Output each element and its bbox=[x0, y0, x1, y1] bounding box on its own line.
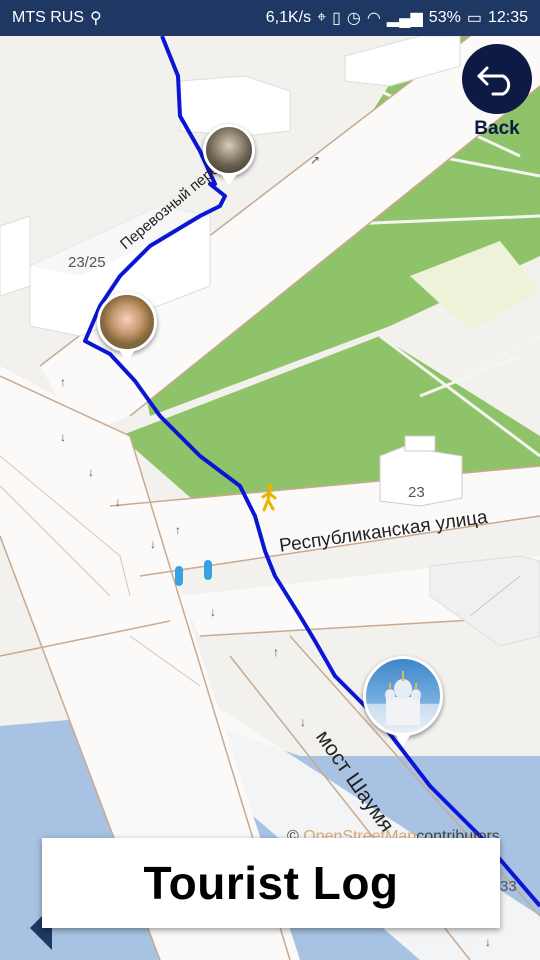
svg-text:↑: ↑ bbox=[175, 523, 181, 537]
svg-text:↓: ↓ bbox=[115, 495, 121, 509]
wifi-icon: ◠ bbox=[366, 10, 381, 27]
map-canvas: ↑↓↓ ↓↓↑ ↓↑↓ ↓↓↗ bbox=[0, 36, 540, 960]
network-speed: 6,1K/s bbox=[265, 9, 312, 26]
building-number: 23 bbox=[408, 484, 425, 501]
svg-text:↓: ↓ bbox=[300, 715, 306, 729]
svg-text:↓: ↓ bbox=[60, 430, 66, 444]
alarm-icon: ◷ bbox=[346, 10, 361, 27]
photo-marker-statue[interactable] bbox=[203, 124, 255, 186]
svg-text:↓: ↓ bbox=[88, 465, 94, 479]
svg-text:↑: ↑ bbox=[60, 375, 66, 389]
portrait-photo-icon bbox=[97, 292, 157, 352]
back-button[interactable]: Back bbox=[461, 44, 533, 144]
back-label: Back bbox=[474, 118, 520, 139]
photo-marker-portrait[interactable] bbox=[97, 292, 157, 362]
svg-text:↑: ↑ bbox=[273, 645, 279, 659]
svg-text:↗: ↗ bbox=[310, 153, 320, 167]
statue-photo-icon bbox=[203, 124, 255, 176]
status-bar: MTS RUS ⚲ 6,1K/s ⌖ ▯ ◷ ◠ ▂▄▆ 53% ▭ 12:35 bbox=[0, 0, 540, 36]
location-icon: ⌖ bbox=[317, 9, 327, 26]
usb-icon: ⚲ bbox=[90, 10, 102, 27]
svg-text:↓: ↓ bbox=[485, 935, 491, 949]
building-number: 33 bbox=[500, 878, 517, 895]
vibrate-icon: ▯ bbox=[332, 10, 341, 27]
battery-icon: ▭ bbox=[466, 10, 482, 27]
carrier-label: MTS RUS bbox=[12, 9, 84, 26]
banner-title: Tourist Log bbox=[143, 857, 399, 909]
undo-arrow-icon bbox=[462, 44, 532, 114]
cathedral-photo-icon bbox=[363, 656, 443, 736]
title-banner: Tourist Log bbox=[42, 838, 500, 928]
building-number: 23/25 bbox=[68, 254, 106, 271]
signal-icon: ▂▄▆ bbox=[386, 10, 423, 27]
battery-percent: 53% bbox=[428, 9, 461, 26]
clock: 12:35 bbox=[487, 9, 528, 26]
map-view[interactable]: ↑ ↓ ↓ ↓ ↓ ↑ ↓ ↑ ↓ ↓ ↓ ↗ Перевозный переулок Респ… bbox=[0, 36, 540, 960]
svg-text:↓: ↓ bbox=[150, 537, 156, 551]
svg-text:↓: ↓ bbox=[210, 605, 216, 619]
photo-marker-cathedral[interactable] bbox=[363, 656, 443, 746]
